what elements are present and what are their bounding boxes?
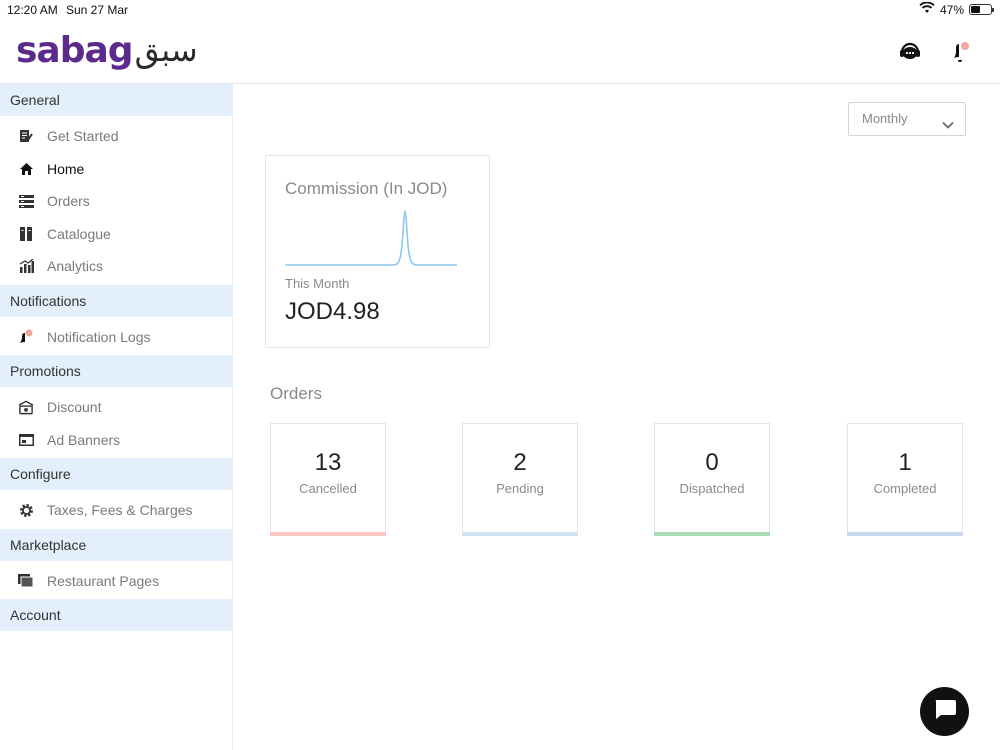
sidebar-item-label: Discount (47, 399, 102, 416)
sidebar-item-label: Taxes, Fees & Charges (47, 502, 193, 519)
sidebar-item-get-started[interactable]: Get Started (0, 120, 232, 153)
sidebar-group: Get Started Home Orders Catalogue Analytics (0, 116, 232, 285)
order-card-cancelled[interactable]: 13 Cancelled (270, 423, 386, 536)
sidebar-group: Notification Logs (0, 317, 232, 356)
sidebar-section-notifications[interactable]: Notifications (0, 284, 232, 317)
order-status-bar (270, 532, 386, 536)
orders-title: Orders (270, 384, 322, 403)
orders-list-icon (18, 193, 34, 209)
commission-sparkline (285, 210, 457, 266)
order-count: 0 (705, 449, 719, 476)
period-select[interactable]: Monthly (848, 102, 966, 136)
commission-period-label: This Month (285, 276, 350, 291)
order-card-completed[interactable]: 1 Completed (847, 423, 963, 536)
status-right: 47% (919, 1, 994, 17)
commission-value: JOD4.98 (285, 298, 380, 325)
ad-banner-icon (18, 432, 34, 448)
order-status-label: Pending (496, 481, 544, 496)
notification-bell-icon[interactable] (946, 38, 974, 66)
wifi-icon (919, 1, 935, 17)
order-count: 1 (898, 449, 912, 476)
order-status-bar (654, 532, 770, 536)
catalogue-icon (18, 226, 34, 242)
sidebar-section-general[interactable]: General (0, 84, 232, 116)
battery-fill (971, 6, 980, 13)
sidebar-item-analytics[interactable]: Analytics (0, 250, 232, 283)
sidebar-item-label: Restaurant Pages (47, 572, 160, 589)
sidebar-item-label: Get Started (47, 128, 119, 145)
discount-icon (18, 399, 34, 415)
sidebar-group: Discount Ad Banners (0, 387, 232, 458)
sidebar-item-notification-logs[interactable]: Notification Logs (0, 321, 232, 354)
brand-logo-latin: sabag (16, 29, 134, 71)
battery-icon (969, 4, 994, 15)
sidebar-item-label: Orders (47, 193, 90, 210)
chevron-down-icon (941, 112, 955, 144)
order-status-bar (462, 532, 578, 536)
status-time: 12:20 AM (7, 3, 58, 17)
sidebar-group: Taxes, Fees & Charges (0, 490, 232, 529)
order-status-label: Dispatched (679, 481, 745, 496)
sidebar-item-restaurant-pages[interactable]: Restaurant Pages (0, 565, 232, 598)
sidebar-section-marketplace[interactable]: Marketplace (0, 528, 232, 561)
support-headset-icon[interactable] (896, 38, 924, 66)
pages-icon (18, 573, 34, 589)
chat-bubble-icon (932, 697, 958, 726)
sidebar-item-home[interactable]: Home (0, 153, 232, 186)
main-content: Monthly Commission (In JOD) This Month J… (233, 84, 1000, 750)
status-date: Sun 27 Mar (66, 3, 129, 17)
brand-logo[interactable]: sabag سبق (16, 28, 198, 72)
bell-icon (18, 329, 34, 345)
sidebar-section-account[interactable]: Account (0, 599, 232, 631)
order-status-bar (847, 532, 963, 536)
status-bar: 12:20 AM Sun 27 Mar 47% (0, 0, 1000, 18)
order-count: 13 (314, 449, 342, 476)
sidebar-section-promotions[interactable]: Promotions (0, 355, 232, 387)
sidebar-item-label: Notification Logs (47, 328, 151, 345)
brand-logo-arabic: سبق (134, 31, 198, 69)
app-header: sabag سبق (0, 18, 1000, 84)
sidebar-item-taxes-fees-charges[interactable]: Taxes, Fees & Charges (0, 494, 232, 527)
sidebar-item-label: Ad Banners (47, 431, 121, 448)
commission-title: Commission (In JOD) (285, 179, 448, 198)
order-status-label: Cancelled (299, 481, 357, 496)
order-card-pending[interactable]: 2 Pending (462, 423, 578, 536)
period-select-value: Monthly (862, 111, 908, 126)
order-status-label: Completed (873, 481, 937, 496)
chat-button[interactable] (920, 687, 969, 736)
sidebar-item-label: Catalogue (47, 225, 111, 242)
document-edit-icon (18, 128, 34, 144)
sidebar-section-configure[interactable]: Configure (0, 458, 232, 490)
order-card-dispatched[interactable]: 0 Dispatched (654, 423, 770, 536)
sidebar-group: Restaurant Pages (0, 561, 232, 600)
sidebar-item-label: Home (47, 160, 85, 177)
order-count: 2 (513, 449, 527, 476)
sidebar-item-ad-banners[interactable]: Ad Banners (0, 424, 232, 457)
sidebar-item-catalogue[interactable]: Catalogue (0, 218, 232, 251)
gear-icon (18, 502, 34, 518)
commission-card: Commission (In JOD) This Month JOD4.98 (265, 155, 490, 348)
home-icon (18, 161, 34, 177)
battery-percent: 47% (939, 2, 964, 17)
sidebar-item-orders[interactable]: Orders (0, 185, 232, 218)
sidebar: General Get Started Home Orders Catalogue Ana… (0, 84, 233, 750)
sidebar-item-label: Analytics (47, 258, 104, 275)
sidebar-item-discount[interactable]: Discount (0, 391, 232, 424)
analytics-icon (18, 258, 34, 274)
